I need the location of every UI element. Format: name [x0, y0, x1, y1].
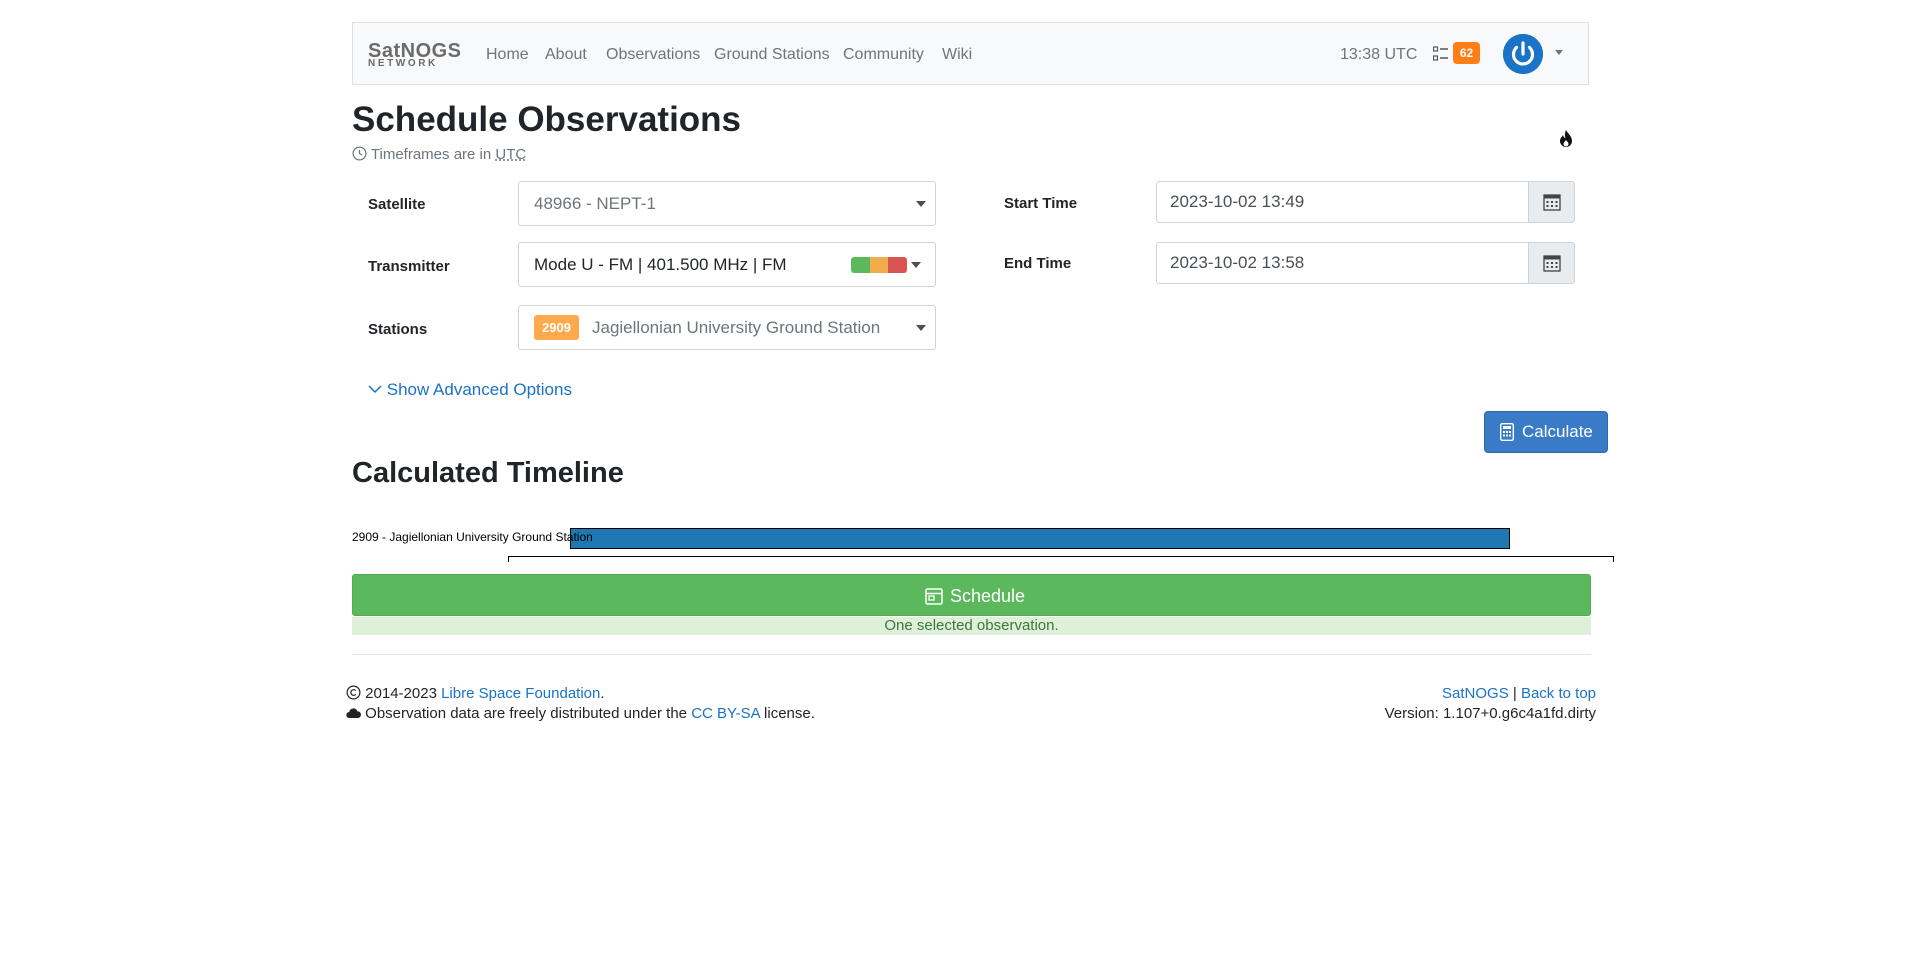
caret-down-icon: [916, 201, 926, 207]
user-avatar[interactable]: [1503, 34, 1543, 74]
tasks-count-badge[interactable]: 62: [1453, 42, 1480, 64]
nav-wiki[interactable]: Wiki: [942, 45, 972, 65]
start-time-input[interactable]: 2023-10-02 13:49: [1156, 181, 1529, 223]
quality-bad: [888, 257, 907, 273]
copyright-icon: [346, 685, 361, 700]
clock-icon: [352, 146, 367, 161]
satnogs-link[interactable]: SatNOGS: [1442, 685, 1509, 702]
show-advanced-options-link[interactable]: Show Advanced Options: [368, 380, 572, 400]
caret-down-icon: [911, 262, 921, 268]
tasks-icon[interactable]: [1433, 45, 1449, 63]
calendar-check-icon: [925, 587, 943, 605]
stations-label: Stations: [368, 321, 428, 338]
flame-icon[interactable]: [1558, 129, 1574, 149]
start-time-value: 2023-10-02 13:49: [1170, 192, 1305, 211]
nav-observations[interactable]: Observations: [606, 45, 700, 65]
calculator-icon: [1500, 423, 1514, 441]
start-time-label: Start Time: [1004, 195, 1078, 212]
footer-divider: [352, 654, 1591, 655]
calendar-icon: [1543, 254, 1561, 272]
caret-down-icon[interactable]: [1555, 50, 1563, 55]
page-title: Schedule Observations: [352, 100, 742, 139]
quality-medium: [869, 257, 889, 273]
end-time-input[interactable]: 2023-10-02 13:58: [1156, 242, 1529, 284]
satellite-label: Satellite: [368, 196, 426, 213]
stations-select[interactable]: 2909 Jagiellonian University Ground Stat…: [518, 305, 936, 350]
footer-copyright: 2014-2023 Libre Space Foundation.: [346, 685, 605, 703]
chevron-down-icon: [368, 385, 382, 394]
footer-version: Version: 1.107+0.g6c4a1fd.dirty: [1384, 705, 1596, 722]
quality-good: [851, 257, 870, 273]
selected-observation-note: One selected observation.: [352, 617, 1591, 635]
satnogs-logo[interactable]: SatNOGS NETWORK: [368, 41, 461, 69]
navbar: SatNOGS NETWORK Home About Observations …: [352, 22, 1589, 85]
station-id-badge: 2909: [534, 315, 579, 340]
footer-links: SatNOGS | Back to top: [1442, 685, 1596, 702]
nav-community[interactable]: Community: [843, 45, 924, 65]
station-name: Jagiellonian University Ground Station: [592, 318, 881, 337]
libre-space-link[interactable]: Libre Space Foundation: [441, 685, 600, 702]
transmitter-value: Mode U - FM | 401.500 MHz | FM: [534, 255, 787, 274]
satellite-value: 48966 - NEPT-1: [534, 194, 656, 213]
end-calendar-button[interactable]: [1528, 242, 1575, 284]
start-calendar-button[interactable]: [1528, 181, 1575, 223]
cc-by-sa-link[interactable]: CC BY-SA: [691, 705, 760, 722]
footer-license: Observation data are freely distributed …: [346, 705, 815, 723]
satellite-select[interactable]: 48966 - NEPT-1: [518, 181, 936, 226]
nav-about[interactable]: About: [545, 45, 587, 65]
end-time-value: 2023-10-02 13:58: [1170, 253, 1305, 272]
timeline-title: Calculated Timeline: [352, 457, 624, 489]
cloud-icon: [346, 707, 361, 719]
caret-down-icon: [916, 325, 926, 331]
back-to-top-link[interactable]: Back to top: [1521, 685, 1596, 702]
calculate-button[interactable]: Calculate: [1484, 411, 1608, 453]
calendar-icon: [1543, 193, 1561, 211]
nav-ground-stations[interactable]: Ground Stations: [714, 45, 830, 65]
schedule-button[interactable]: Schedule: [352, 574, 1591, 616]
power-icon: [1503, 34, 1543, 74]
transmitter-quality-bar: [851, 257, 907, 273]
transmitter-label: Transmitter: [368, 258, 450, 275]
utc-clock: 13:38 UTC: [1340, 46, 1418, 63]
transmitter-select[interactable]: Mode U - FM | 401.500 MHz | FM: [518, 242, 936, 287]
timeline-axis: [508, 556, 1614, 562]
nav-home[interactable]: Home: [486, 45, 529, 65]
timeline-observation-bar[interactable]: [570, 528, 1510, 549]
utc-abbr: UTC: [495, 146, 527, 163]
end-time-label: End Time: [1004, 255, 1072, 272]
timeline-row-label: 2909 - Jagiellonian University Ground St…: [352, 530, 593, 544]
timezone-note: Timeframes are in UTC: [352, 146, 526, 164]
